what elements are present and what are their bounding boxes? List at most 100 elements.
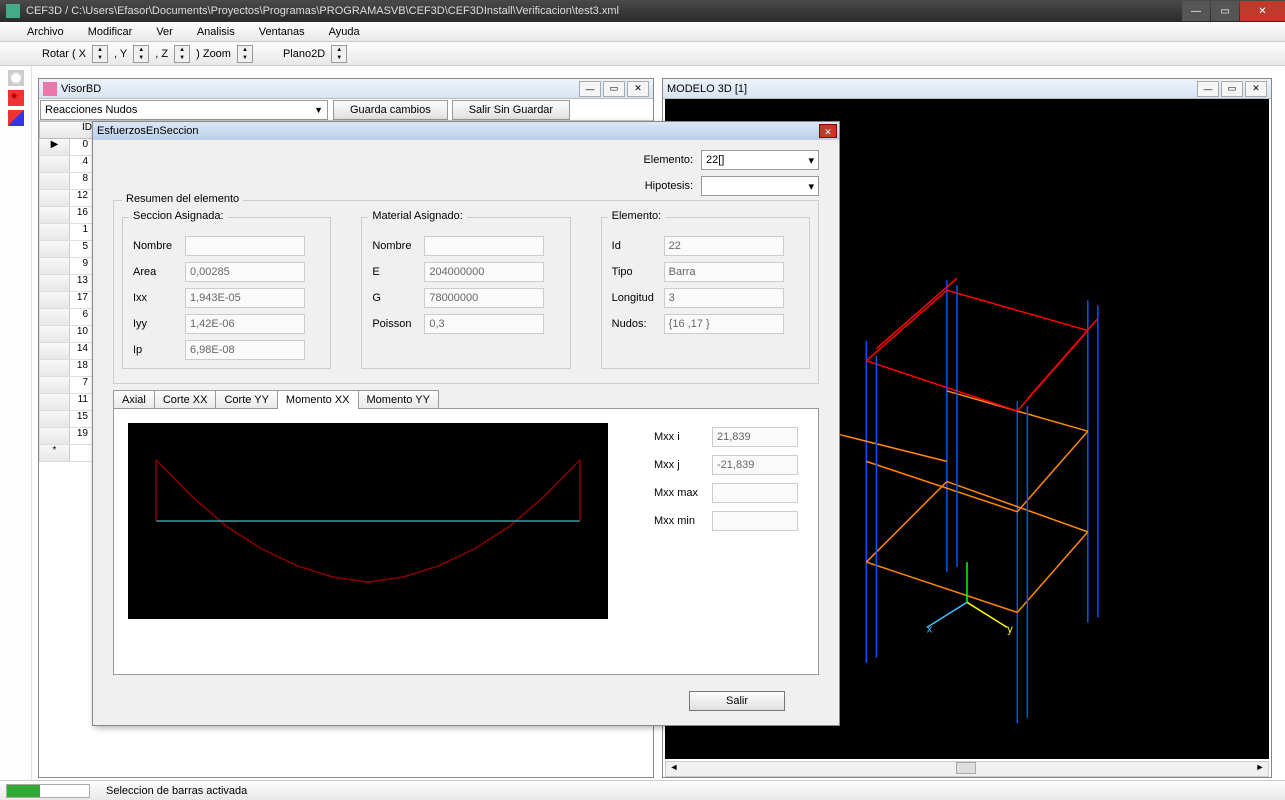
mxx-min-label: Mxx min [654, 515, 712, 527]
menu-ver[interactable]: Ver [144, 24, 185, 40]
window-titlebar: CEF3D / C:\Users\Efasor\Documents\Proyec… [0, 0, 1285, 22]
modelo3d-close-button[interactable]: ✕ [1245, 81, 1267, 97]
menu-ventanas[interactable]: Ventanas [247, 24, 317, 40]
menu-analisis[interactable]: Analisis [185, 24, 247, 40]
mxx-max-value [712, 483, 798, 503]
tool-select-icon[interactable] [8, 70, 24, 86]
spinner-z[interactable]: ▲▼ [174, 45, 190, 63]
spinner-y[interactable]: ▲▼ [133, 45, 149, 63]
tab-corte-yy[interactable]: Corte YY [215, 390, 277, 409]
grid-row[interactable]: 19 [39, 428, 95, 445]
grid-row[interactable]: 15 [39, 411, 95, 428]
material-g-value: 78000000 [424, 288, 544, 308]
grid-row[interactable]: 9 [39, 258, 95, 275]
seccion-area-value: 0,00285 [185, 262, 305, 282]
moment-chart [128, 423, 608, 619]
seccion-nombre-label: Nombre [133, 240, 185, 252]
progress-bar [6, 784, 90, 798]
visorbd-titlebar[interactable]: VisorBD — ▭ ✕ [39, 79, 653, 99]
seccion-ixx-label: Ixx [133, 292, 185, 304]
salir-sin-guardar-button[interactable]: Salir Sin Guardar [452, 100, 570, 120]
material-nombre-label: Nombre [372, 240, 424, 252]
visorbd-combo-value: Reacciones Nudos [45, 104, 137, 116]
svg-text:y: y [1007, 624, 1013, 636]
toolbar: Rotar ( X ▲▼ , Y ▲▼ , Z ▲▼ ) Zoom ▲▼ Pla… [0, 42, 1285, 66]
app-icon [6, 4, 20, 18]
tab-momento-xx[interactable]: Momento XX [277, 390, 359, 409]
grid-row[interactable]: 8 [39, 173, 95, 190]
elemento-combo-value: 22[] [706, 154, 724, 166]
scroll-right-icon[interactable]: ► [1252, 762, 1268, 776]
grid-row[interactable]: ▶0 [39, 139, 95, 156]
grid-row[interactable]: 12 [39, 190, 95, 207]
menu-ayuda[interactable]: Ayuda [317, 24, 372, 40]
modelo3d-hscrollbar[interactable]: ◄ ► [665, 761, 1269, 777]
grid-row[interactable]: 11 [39, 394, 95, 411]
salir-button[interactable]: Salir [689, 691, 785, 711]
modelo3d-maximize-button[interactable]: ▭ [1221, 81, 1243, 97]
spinner-plano2d[interactable]: ▲▼ [331, 45, 347, 63]
elemento-tipo-value: Barra [664, 262, 784, 282]
tool-element-icon[interactable] [8, 110, 24, 126]
visorbd-title-text: VisorBD [61, 83, 577, 95]
scroll-thumb[interactable] [956, 762, 976, 774]
maximize-button[interactable]: ▭ [1211, 1, 1239, 21]
seccion-ip-value: 6,98E-08 [185, 340, 305, 360]
material-title: Material Asignado: [368, 210, 467, 222]
elemento-longitud-label: Longitud [612, 292, 664, 304]
material-nombre-value [424, 236, 544, 256]
visorbd-maximize-button[interactable]: ▭ [603, 81, 625, 97]
minimize-button[interactable]: — [1182, 1, 1210, 21]
mxx-i-value: 21,839 [712, 427, 798, 447]
modelo3d-minimize-button[interactable]: — [1197, 81, 1219, 97]
grid-row[interactable]: 7 [39, 377, 95, 394]
tool-node-icon[interactable] [8, 90, 24, 106]
visorbd-icon [43, 82, 57, 96]
grid-row[interactable]: 18 [39, 360, 95, 377]
visorbd-combo[interactable]: Reacciones Nudos ▼ [40, 100, 328, 120]
grid-row[interactable]: 17 [39, 292, 95, 309]
grid-row[interactable]: 1 [39, 224, 95, 241]
spinner-x[interactable]: ▲▼ [92, 45, 108, 63]
menu-modificar[interactable]: Modificar [76, 24, 145, 40]
material-e-label: E [372, 266, 424, 278]
toolbar-y-label: , Y [112, 48, 129, 60]
hipotesis-label: Hipotesis: [623, 180, 693, 192]
tab-momento-yy[interactable]: Momento YY [358, 390, 439, 409]
grid-row[interactable]: 13 [39, 275, 95, 292]
scroll-left-icon[interactable]: ◄ [666, 762, 682, 776]
left-toolbar [0, 66, 32, 780]
grid-row[interactable]: 4 [39, 156, 95, 173]
chevron-down-icon: ▾ [808, 180, 814, 193]
grid-row[interactable]: 10 [39, 326, 95, 343]
mxx-min-value [712, 511, 798, 531]
elemento-combo[interactable]: 22[] ▾ [701, 150, 819, 170]
visorbd-minimize-button[interactable]: — [579, 81, 601, 97]
dialog-titlebar[interactable]: EsfuerzosEnSeccion ✕ [93, 122, 839, 140]
spinner-zoom[interactable]: ▲▼ [237, 45, 253, 63]
grid-header-id[interactable]: ID [39, 121, 95, 139]
grid-row[interactable]: 6 [39, 309, 95, 326]
modelo3d-titlebar[interactable]: MODELO 3D [1] — ▭ ✕ [663, 79, 1271, 99]
grid-row[interactable]: 14 [39, 343, 95, 360]
tab-axial[interactable]: Axial [113, 390, 155, 409]
dialog-close-button[interactable]: ✕ [819, 124, 837, 138]
seccion-title: Seccion Asignada: [129, 210, 228, 222]
toolbar-rotar-label: Rotar ( X [40, 48, 88, 60]
close-button[interactable]: ✕ [1240, 1, 1285, 21]
guarda-cambios-button[interactable]: Guarda cambios [333, 100, 448, 120]
dialog-title-text: EsfuerzosEnSeccion [97, 125, 819, 137]
seccion-nombre-value [185, 236, 305, 256]
menu-archivo[interactable]: Archivo [15, 24, 76, 40]
hipotesis-combo[interactable]: ▾ [701, 176, 819, 196]
status-bar: Seleccion de barras activada [0, 780, 1285, 800]
grid-row[interactable]: 16 [39, 207, 95, 224]
elemento-id-value: 22 [664, 236, 784, 256]
seccion-area-label: Area [133, 266, 185, 278]
visorbd-close-button[interactable]: ✕ [627, 81, 649, 97]
tabstrip: Axial Corte XX Corte YY Momento XX Momen… [113, 390, 438, 409]
material-e-value: 204000000 [424, 262, 544, 282]
grid-row[interactable]: 5 [39, 241, 95, 258]
chevron-down-icon: ▾ [808, 154, 814, 167]
tab-corte-xx[interactable]: Corte XX [154, 390, 217, 409]
